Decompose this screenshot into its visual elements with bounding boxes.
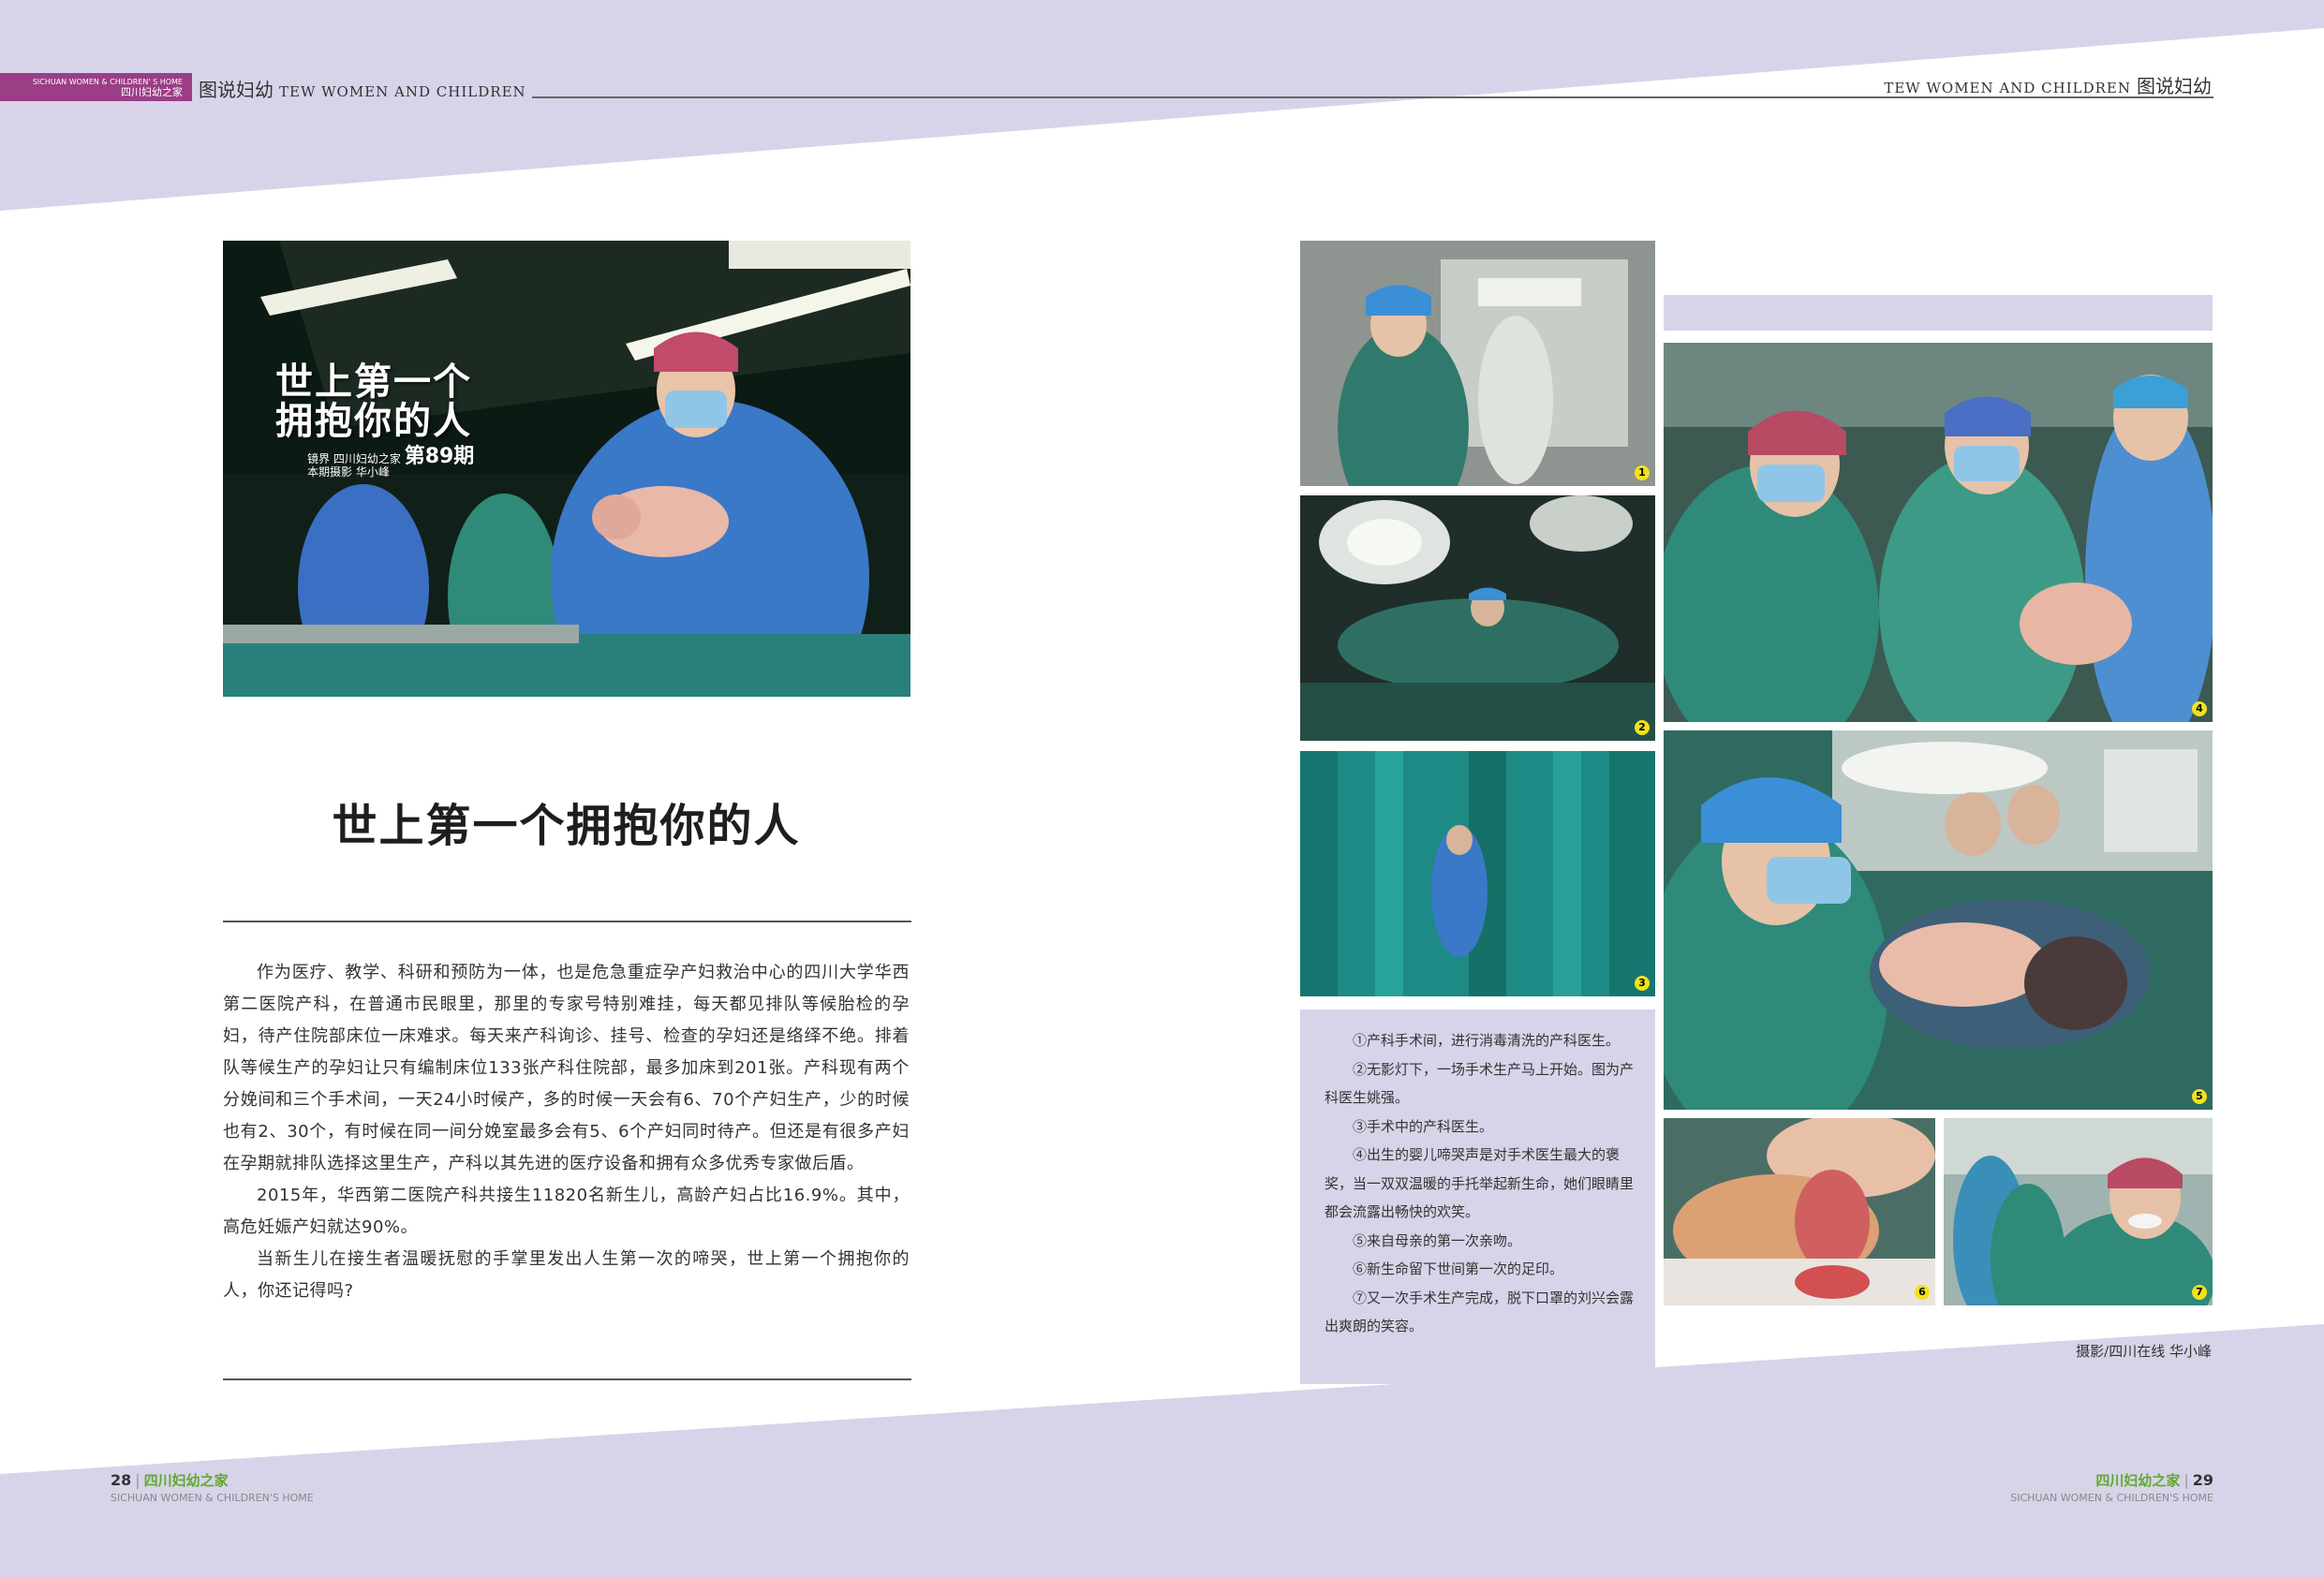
- hero-line-2: 拥抱你的人: [275, 399, 472, 443]
- section-title-left: 图说妇幼 TEW WOMEN AND CHILDREN: [199, 75, 526, 102]
- article-title: 世上第一个拥抱你的人: [332, 800, 801, 852]
- section-cn-left: 图说妇幼: [199, 79, 274, 101]
- caption-header-bar: [1664, 295, 2213, 331]
- hero-overlay: 世上第一个 拥抱你的人 镜界 四川妇幼之家 第89期 本期摄影 华小峰: [275, 362, 474, 479]
- footer-name-cn-right: 四川妇幼之家: [2095, 1472, 2181, 1489]
- article-paragraph: 2015年，华西第二医院产科共接生11820名新生儿，高龄产妇占比16.9%。其…: [223, 1186, 910, 1237]
- photo-5: 5: [1664, 730, 2213, 1110]
- caption-3: ③手术中的产科医生。: [1353, 1117, 1494, 1135]
- photo-1: 1: [1300, 241, 1655, 486]
- article-paragraph: 作为医疗、教学、科研和预防为一体，也是危急重症孕产妇救治中心的四川大学华西第二医…: [223, 963, 910, 1173]
- footer-name-en-left: SICHUAN WOMEN & CHILDREN'S HOME: [111, 1492, 314, 1504]
- hero-badge-org: 四川妇幼之家: [333, 452, 401, 465]
- page-number-right: 29: [2192, 1471, 2213, 1489]
- footer-right: 四川妇幼之家 | 29 SICHUAN WOMEN & CHILDREN'S HOM…: [2010, 1471, 2213, 1504]
- footer-name-en-right: SICHUAN WOMEN & CHILDREN'S HOME: [2010, 1492, 2213, 1504]
- hero-photo: 世上第一个 拥抱你的人 镜界 四川妇幼之家 第89期 本期摄影 华小峰: [223, 241, 910, 697]
- photo-number-5: 5: [2192, 1089, 2207, 1104]
- photo-4: 4: [1664, 343, 2213, 722]
- photo-6: 6: [1664, 1118, 1935, 1305]
- hero-badge: 镜界 四川妇幼之家 第89期 本期摄影 华小峰: [275, 447, 474, 479]
- caption-6: ⑥新生命留下世间第一次的足印。: [1353, 1260, 1564, 1277]
- caption-7: ⑦又一次手术生产完成，脱下口罩的刘兴会露出爽朗的笑容。: [1325, 1289, 1635, 1335]
- caption-2: ②无影灯下，一场手术生产马上开始。图为产科医生姚强。: [1325, 1060, 1635, 1107]
- photo-number-7: 7: [2192, 1285, 2207, 1300]
- photo-number-3: 3: [1635, 976, 1650, 991]
- section-en-left: TEW WOMEN AND CHILDREN: [279, 83, 526, 100]
- section-title-right: TEW WOMEN AND CHILDREN 图说妇幼: [1884, 71, 2212, 98]
- top-lavender-band: [0, 0, 2324, 211]
- article-paragraph: 当新生儿在接生者温暖抚慰的手掌里发出人生第一次的啼哭，世上第一个拥抱你的人，你还…: [223, 1249, 910, 1301]
- hero-badge-issue: 第89期: [404, 445, 475, 468]
- photo-7: 7: [1944, 1118, 2213, 1305]
- caption-1: ①产科手术间，进行消毒清洗的产科医生。: [1353, 1032, 1621, 1049]
- photo-number-1: 1: [1635, 465, 1650, 480]
- hero-badge-credit: 本期摄影 华小峰: [307, 465, 390, 479]
- footer-name-cn-left: 四川妇幼之家: [143, 1472, 229, 1489]
- brand-tab: SICHUAN WOMEN & CHILDREN' S HOME 四川妇幼之家: [0, 73, 192, 101]
- article-top-rule: [223, 921, 911, 922]
- caption-box: ①产科手术间，进行消毒清洗的产科医生。 ②无影灯下，一场手术生产马上开始。图为产…: [1300, 1010, 1655, 1384]
- section-en-right: TEW WOMEN AND CHILDREN: [1884, 80, 2131, 96]
- article-bottom-rule: [223, 1378, 911, 1380]
- hero-line-1: 世上第一个: [275, 360, 472, 404]
- bottom-lavender-band: [0, 1324, 2324, 1577]
- page-number-left: 28: [111, 1471, 132, 1489]
- brand-cn: 四川妇幼之家: [121, 86, 183, 98]
- photo-credit: 摄影/四川在线 华小峰: [2076, 1343, 2212, 1360]
- photo-number-2: 2: [1635, 720, 1650, 735]
- footer-left: 28 | 四川妇幼之家 SICHUAN WOMEN & CHILDREN'S HOM…: [111, 1471, 314, 1504]
- caption-4: ④出生的婴儿啼哭声是对手术医生最大的褒奖，当一双双温暖的手托举起新生命，她们眼睛…: [1325, 1146, 1635, 1220]
- article-body: 作为医疗、教学、科研和预防为一体，也是危急重症孕产妇救治中心的四川大学华西第二医…: [223, 957, 910, 1307]
- hero-badge-logo: 镜界: [307, 452, 331, 465]
- section-cn-right: 图说妇幼: [2137, 75, 2212, 97]
- photo-number-6: 6: [1915, 1285, 1930, 1300]
- photo-number-4: 4: [2192, 701, 2207, 716]
- photo-2: 2: [1300, 495, 1655, 741]
- caption-5: ⑤来自母亲的第一次亲吻。: [1353, 1231, 1522, 1249]
- photo-3: 3: [1300, 751, 1655, 996]
